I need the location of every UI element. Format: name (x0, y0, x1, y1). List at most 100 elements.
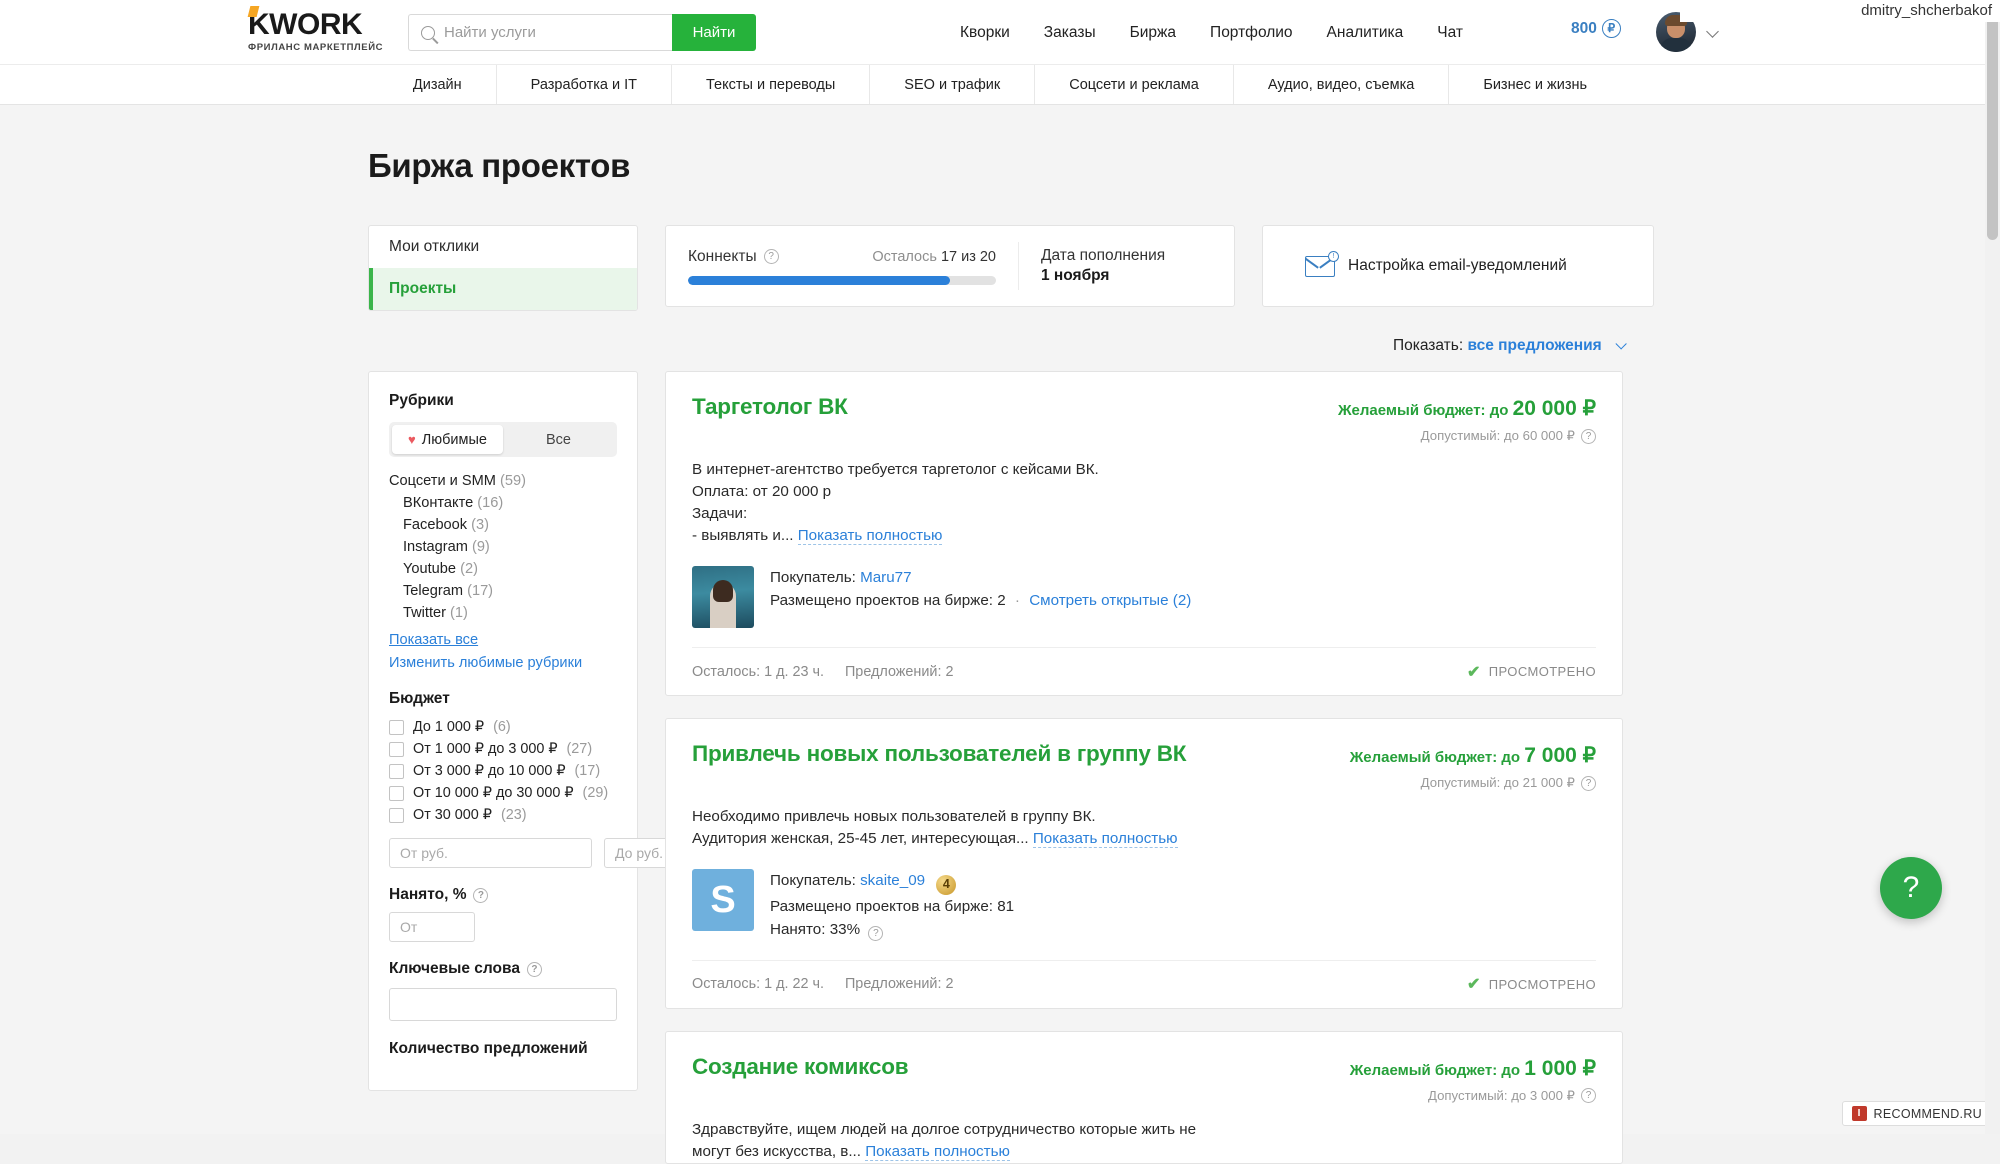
help-icon-hired-percent[interactable]: ? (868, 925, 884, 941)
rubric-telegram[interactable]: Telegram (17) (389, 580, 617, 602)
project-card[interactable]: Таргетолог ВК Желаемый бюджет: до 20 000… (665, 371, 1623, 697)
page-scrollbar[interactable] (1985, 0, 2000, 1134)
rubric-count: (17) (467, 583, 494, 599)
keywords-filter-title: Ключевые слова ? (389, 960, 617, 978)
rubrics-segmented-control: ♥ Любимые Все (389, 422, 617, 457)
checkbox[interactable] (389, 763, 404, 779)
budget-option-2[interactable]: От 3 000 ₽ до 10 000 ₽ (17) (389, 760, 617, 782)
show-filter-value[interactable]: все предложения (1467, 337, 1601, 354)
segment-favorites[interactable]: ♥ Любимые (392, 425, 503, 454)
budget-range-inputs (389, 838, 807, 868)
viewed-label: ПРОСМОТРЕНО (1488, 976, 1596, 992)
project-title[interactable]: Создание комиксов (692, 1054, 909, 1080)
project-budget: Желаемый бюджет: до 20 000 ₽ Допустимый:… (1338, 394, 1596, 444)
show-all-rubrics-link[interactable]: Показать все (389, 632, 617, 648)
connects-progress-fill (688, 275, 950, 285)
buyer-avatar[interactable] (692, 566, 754, 629)
nav-item-kworki[interactable]: Кворки (960, 24, 1010, 42)
checkbox[interactable] (389, 807, 404, 823)
project-title[interactable]: Привлечь новых пользователей в группу ВК (692, 741, 1187, 767)
desc-line: Оплата: от 20 000 р (692, 483, 832, 501)
project-footer: Осталось: 1 д. 22 ч. Предложений: 2 ✔ ПР… (692, 959, 1596, 1008)
tab-my-responses[interactable]: Мои отклики (369, 226, 637, 268)
rubrics-title: Рубрики (389, 392, 454, 409)
budget-option-1[interactable]: От 1 000 ₽ до 3 000 ₽ (27) (389, 738, 617, 760)
keywords-input[interactable] (389, 988, 617, 1021)
view-open-projects-link[interactable]: Смотреть открытые (2) (1029, 592, 1191, 609)
show-full-link[interactable]: Показать полностью (1032, 830, 1178, 849)
edit-favorite-rubrics-link[interactable]: Изменить любимые рубрики (389, 655, 617, 671)
balance-indicator[interactable]: 800 ₽ (1571, 19, 1621, 38)
page-title: Биржа проектов (368, 147, 631, 184)
rubric-label: Instagram (403, 539, 468, 555)
checkbox[interactable] (389, 741, 404, 757)
budget-option-label: От 30 000 ₽ (413, 807, 492, 823)
project-card[interactable]: Привлечь новых пользователей в группу ВК… (665, 718, 1623, 1009)
rubric-facebook[interactable]: Facebook (3) (389, 514, 617, 536)
category-audio-video[interactable]: Аудио, видео, съемка (1234, 65, 1450, 104)
rubric-twitter[interactable]: Twitter (1) (389, 602, 617, 624)
buyer-name-link[interactable]: skaite_09 (860, 872, 925, 889)
budget-from-input[interactable] (389, 838, 592, 868)
desc-line: Здравствуйте, ищем людей на долгое сотру… (692, 1120, 1197, 1138)
category-seo-traffic[interactable]: SEO и трафик (870, 65, 1036, 104)
checkbox[interactable] (389, 785, 404, 801)
help-icon-allowed-budget[interactable]: ? (1581, 1088, 1596, 1104)
separator-dot: · (1014, 592, 1020, 610)
budget-option-4[interactable]: От 30 000 ₽ (23) (389, 804, 617, 826)
help-icon-connects[interactable]: ? (763, 249, 779, 264)
help-floating-button[interactable]: ? (1880, 857, 1942, 919)
buyer-avatar[interactable]: S (692, 869, 754, 932)
chevron-down-icon-show-filter[interactable] (1615, 338, 1627, 350)
hired-from-input[interactable] (389, 912, 475, 942)
nav-item-chat[interactable]: Чат (1437, 24, 1463, 42)
watermark: I RECOMMEND.RU (1841, 1101, 1992, 1126)
rubric-vkontakte[interactable]: ВКонтакте (16) (389, 492, 617, 514)
project-card[interactable]: Создание комиксов Желаемый бюджет: до 1 … (665, 1030, 1623, 1164)
content-area: Биржа проектов Мои отклики Проекты Конне… (0, 105, 2000, 1164)
email-settings-card[interactable]: ! Настройка email-уведомлений (1262, 225, 1654, 307)
show-filter: Показать: все предложения (368, 337, 1627, 355)
show-full-link[interactable]: Показать полностью (797, 527, 943, 546)
category-design[interactable]: Дизайн (379, 65, 497, 104)
budget-option-3[interactable]: От 10 000 ₽ до 30 000 ₽ (29) (389, 782, 617, 804)
hired-title-text: Нанято, % (389, 886, 467, 903)
chevron-down-icon[interactable] (1706, 25, 1719, 38)
category-texts-translations[interactable]: Тексты и переводы (672, 65, 871, 104)
show-full-link[interactable]: Показать полностью (865, 1142, 1010, 1161)
budget-option-0[interactable]: До 1 000 ₽ (6) (389, 716, 617, 738)
kwork-logo[interactable]: KWORK ФРИЛАНС МАРКЕТПЛЕЙС (247, 6, 408, 53)
search-box: Найти (408, 14, 756, 51)
buyer-label: Покупатель: (770, 872, 856, 890)
rubric-youtube[interactable]: Youtube (2) (389, 558, 617, 580)
scrollbar-thumb[interactable] (1987, 8, 1998, 240)
refill-date: 1 ноября (1041, 267, 1110, 284)
rubric-instagram[interactable]: Instagram (9) (389, 536, 617, 558)
desc-line: В интернет-агентство требуется таргетоло… (692, 461, 1099, 478)
main-navigation: Кворки Заказы Биржа Портфолио Аналитика … (960, 0, 1463, 65)
category-business-life[interactable]: Бизнес и жизнь (1449, 65, 1621, 104)
category-social-ads[interactable]: Соцсети и реклама (1035, 65, 1234, 104)
search-submit-button[interactable]: Найти (672, 14, 756, 51)
help-icon-allowed-budget[interactable]: ? (1581, 428, 1596, 444)
buyer-name-link[interactable]: Maru77 (860, 569, 912, 586)
tab-projects[interactable]: Проекты (369, 268, 637, 310)
nav-item-exchange[interactable]: Биржа (1130, 24, 1176, 42)
offers-count-title: Количество предложений (389, 1040, 588, 1057)
help-icon-allowed-budget[interactable]: ? (1581, 775, 1596, 791)
category-development-it[interactable]: Разработка и IT (497, 65, 672, 104)
project-description: Здравствуйте, ищем людей на долгое сотру… (692, 1119, 1596, 1163)
connects-label: Коннекты (688, 247, 757, 265)
project-title[interactable]: Таргетолог ВК (692, 394, 848, 420)
rubric-social-smm[interactable]: Соцсети и SMM (59) (389, 470, 617, 492)
help-icon-hired[interactable]: ? (473, 887, 489, 903)
budget-option-count: (17) (574, 763, 601, 779)
nav-item-analytics[interactable]: Аналитика (1327, 24, 1404, 42)
search-field-wrap[interactable] (408, 14, 672, 51)
segment-all[interactable]: Все (503, 425, 614, 454)
nav-item-portfolio[interactable]: Портфолио (1210, 24, 1293, 42)
search-input[interactable] (444, 24, 672, 41)
help-icon-keywords[interactable]: ? (526, 961, 542, 977)
checkbox[interactable] (389, 719, 404, 735)
nav-item-orders[interactable]: Заказы (1044, 24, 1096, 42)
